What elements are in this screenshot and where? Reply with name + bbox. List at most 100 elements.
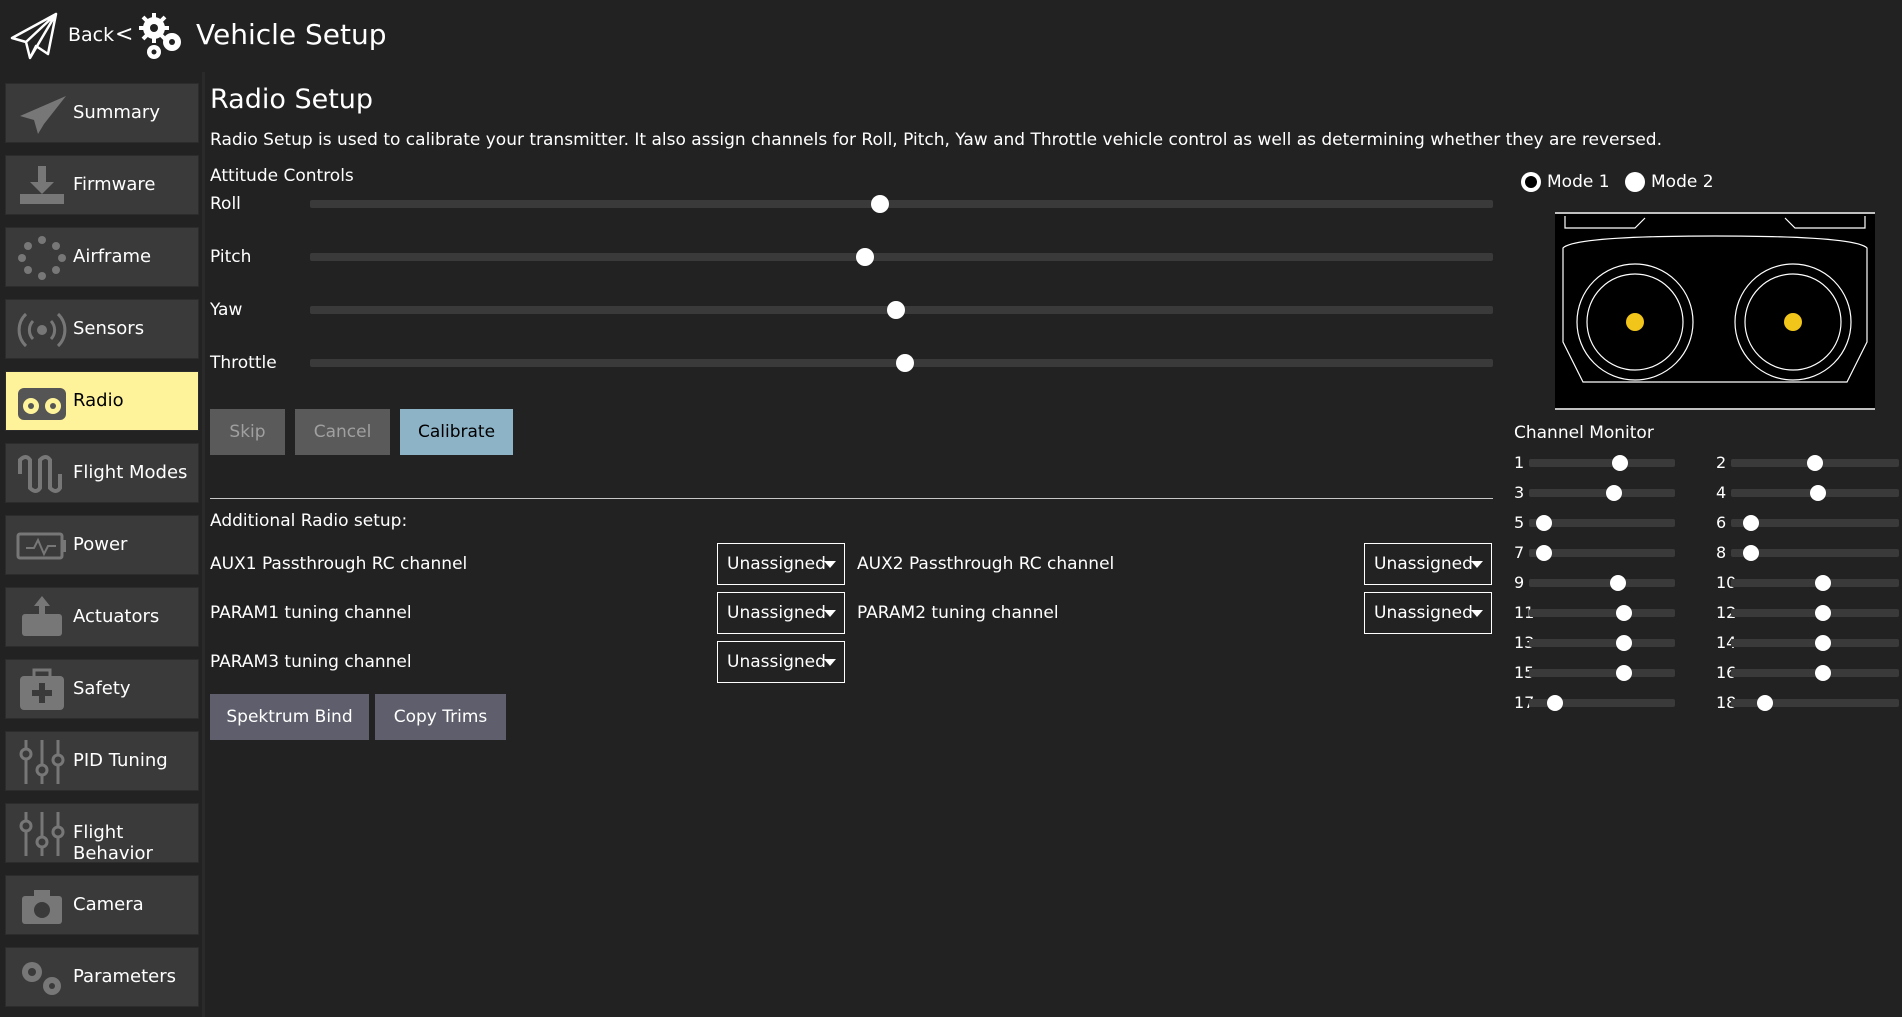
sliders-icon bbox=[19, 740, 65, 784]
radio-label: Mode 2 bbox=[1651, 172, 1714, 192]
channel-number: 7 bbox=[1514, 543, 1525, 562]
sidebar-item-flight-behavior[interactable]: Flight Behavior bbox=[5, 803, 199, 864]
sensor-waves-icon bbox=[17, 312, 67, 348]
channel-bar-indicator bbox=[1535, 515, 1552, 531]
aux2-label: AUX2 Passthrough RC channel bbox=[857, 554, 1115, 574]
divider bbox=[210, 498, 1493, 499]
channel-number: 1 bbox=[1514, 453, 1525, 472]
pitch-slider-handle bbox=[855, 248, 874, 266]
param1-channel-select[interactable]: Unassigned bbox=[717, 592, 845, 634]
channel-number: 2 bbox=[1716, 453, 1727, 472]
throttle-label: Throttle bbox=[210, 353, 277, 373]
camera-icon bbox=[22, 890, 62, 924]
aux1-label: AUX1 Passthrough RC channel bbox=[210, 554, 468, 574]
sidebar-item-safety[interactable]: Safety bbox=[5, 659, 199, 719]
select-value: Unassigned bbox=[1374, 554, 1473, 574]
channel-bar-indicator bbox=[1815, 575, 1832, 591]
sidebar-item-parameters[interactable]: Parameters bbox=[5, 947, 199, 1007]
aux1-channel-select[interactable]: Unassigned bbox=[717, 543, 845, 585]
chevron-down-icon bbox=[824, 659, 836, 666]
sidebar-item-camera[interactable]: Camera bbox=[5, 875, 199, 935]
roll-label: Roll bbox=[210, 194, 241, 214]
sidebar-divider bbox=[202, 72, 205, 1017]
param2-channel-select[interactable]: Unassigned bbox=[1364, 592, 1492, 634]
select-value: Unassigned bbox=[727, 603, 826, 623]
channel-bar-indicator bbox=[1756, 695, 1773, 711]
param2-label: PARAM2 tuning channel bbox=[857, 603, 1059, 623]
channel-bar-indicator bbox=[1547, 695, 1564, 711]
sidebar-item-pid-tuning[interactable]: PID Tuning bbox=[5, 731, 199, 791]
section-title: Radio Setup bbox=[210, 84, 374, 115]
right-stick-indicator bbox=[1784, 313, 1802, 331]
sidebar-item-label: Firmware bbox=[73, 174, 156, 195]
attitude-controls-heading: Attitude Controls bbox=[210, 166, 354, 186]
spektrum-bind-button[interactable]: Spektrum Bind bbox=[210, 694, 369, 740]
channel-bar-indicator bbox=[1743, 515, 1760, 531]
sidebar-item-actuators[interactable]: Actuators bbox=[5, 587, 199, 647]
pitch-label: Pitch bbox=[210, 247, 252, 267]
additional-setup-heading: Additional Radio setup: bbox=[210, 511, 408, 531]
yaw-label: Yaw bbox=[210, 300, 243, 320]
page-title: Vehicle Setup bbox=[196, 18, 387, 51]
sidebar-item-label: Flight Behavior bbox=[73, 822, 153, 864]
channel-bar-indicator bbox=[1815, 665, 1832, 681]
sidebar-item-radio[interactable]: Radio bbox=[5, 371, 199, 431]
actuator-icon bbox=[22, 596, 62, 636]
aux2-channel-select[interactable]: Unassigned bbox=[1364, 543, 1492, 585]
sidebar-item-flight-modes[interactable]: Flight Modes bbox=[5, 443, 199, 503]
sidebar-item-label: Actuators bbox=[73, 606, 160, 627]
calibrate-button[interactable]: Calibrate bbox=[400, 409, 513, 455]
channel-number: 9 bbox=[1514, 573, 1525, 592]
roll-slider-track bbox=[310, 200, 1493, 208]
channel-bar-indicator bbox=[1807, 455, 1823, 471]
channel-bar-indicator bbox=[1615, 665, 1632, 681]
sidebar-item-label: Power bbox=[73, 534, 128, 555]
sidebar-item-power[interactable]: Power bbox=[5, 515, 199, 575]
sidebar-item-firmware[interactable]: Firmware bbox=[5, 155, 199, 215]
chevron-down-icon bbox=[1471, 610, 1483, 617]
channel-bar-track bbox=[1529, 639, 1675, 647]
sidebar-item-summary[interactable]: Summary bbox=[5, 83, 199, 143]
skip-button[interactable]: Skip bbox=[210, 409, 285, 455]
channel-bar-track bbox=[1529, 579, 1675, 587]
channel-bar-indicator bbox=[1611, 455, 1628, 471]
paper-plane-icon[interactable] bbox=[8, 10, 60, 62]
channel-bar-indicator bbox=[1815, 635, 1832, 651]
param1-label: PARAM1 tuning channel bbox=[210, 603, 412, 623]
sidebar-item-sensors[interactable]: Sensors bbox=[5, 299, 199, 359]
channel-bar-track bbox=[1529, 489, 1675, 497]
roll-slider-handle bbox=[871, 195, 890, 213]
channel-number: 8 bbox=[1716, 543, 1727, 562]
gears-icon bbox=[22, 962, 61, 995]
channel-bar-indicator bbox=[1535, 545, 1552, 561]
sidebar-item-label: Sensors bbox=[73, 318, 145, 339]
select-value: Unassigned bbox=[727, 554, 826, 574]
back-button[interactable]: Back bbox=[68, 24, 114, 46]
pitch-slider-track bbox=[310, 253, 1493, 261]
radio-transmitter-icon bbox=[18, 388, 66, 420]
gears-icon bbox=[139, 13, 181, 59]
sidebar-item-label: Parameters bbox=[73, 966, 177, 987]
channel-bar-indicator bbox=[1743, 545, 1760, 561]
radio-unselected-icon bbox=[1625, 172, 1645, 192]
channel-bar-indicator bbox=[1615, 605, 1632, 621]
first-aid-icon bbox=[20, 668, 64, 710]
select-value: Unassigned bbox=[727, 652, 826, 672]
chevron-down-icon bbox=[824, 561, 836, 568]
battery-icon bbox=[16, 532, 66, 560]
sidebar-item-label: Radio bbox=[73, 390, 124, 411]
channel-number: 3 bbox=[1514, 483, 1525, 502]
channel-number: 4 bbox=[1716, 483, 1727, 502]
top-bar: Back < Vehicle Setup bbox=[0, 0, 1902, 72]
param3-channel-select[interactable]: Unassigned bbox=[717, 641, 845, 683]
select-value: Unassigned bbox=[1374, 603, 1473, 623]
download-icon bbox=[20, 166, 64, 204]
cancel-button[interactable]: Cancel bbox=[295, 409, 390, 455]
sidebar-item-airframe[interactable]: Airframe bbox=[5, 227, 199, 287]
transmitter-sticks-image bbox=[1555, 212, 1875, 410]
channel-number: 6 bbox=[1716, 513, 1727, 532]
chevron-down-icon bbox=[824, 610, 836, 617]
channel-bar-indicator bbox=[1605, 485, 1622, 501]
copy-trims-button[interactable]: Copy Trims bbox=[375, 694, 506, 740]
yaw-slider-handle bbox=[886, 301, 905, 319]
